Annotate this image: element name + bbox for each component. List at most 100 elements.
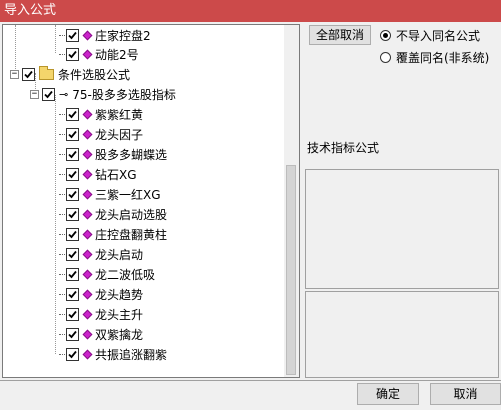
tree-group-label: 条件选股公式 xyxy=(58,67,131,82)
tree-item-checkbox[interactable] xyxy=(66,47,79,61)
tree-item[interactable]: 动能2号 xyxy=(59,45,139,63)
tree-item-label: 共振追涨翻紫 xyxy=(95,347,168,362)
tree-item[interactable]: 龙头启动 xyxy=(59,245,143,263)
tree-item-checkbox[interactable] xyxy=(66,167,79,181)
tree-subgroup[interactable]: − ⊸ 75-股多多选股指标 xyxy=(30,85,176,103)
tree-item-checkbox[interactable] xyxy=(66,107,79,121)
tree-item[interactable]: 龙二波低吸 xyxy=(59,265,155,283)
tree-connector xyxy=(59,193,65,195)
formula-icon xyxy=(82,30,93,40)
tree-connector xyxy=(59,313,65,315)
tree-item-checkbox[interactable] xyxy=(66,127,79,141)
tree-item-checkbox[interactable] xyxy=(66,247,79,261)
tree-item[interactable]: 庄家控盘2 xyxy=(59,26,151,44)
formula-preview-panel xyxy=(305,169,499,289)
tree-connector xyxy=(59,353,65,355)
formula-icon xyxy=(82,209,93,219)
tree-connector xyxy=(59,34,65,36)
folder-icon xyxy=(39,65,54,80)
tree-line xyxy=(55,95,56,354)
tree-item[interactable]: 三紫一红XG xyxy=(59,185,161,203)
scrollbar-thumb[interactable] xyxy=(286,165,296,375)
cancel-button[interactable]: 取消 xyxy=(430,383,501,405)
tree-item[interactable]: 钻石XG xyxy=(59,165,137,183)
tree-item-checkbox[interactable] xyxy=(66,187,79,201)
tree-item-checkbox[interactable] xyxy=(66,287,79,301)
tree-item-checkbox[interactable] xyxy=(66,327,79,341)
formula-icon xyxy=(82,169,93,179)
tree-item[interactable]: 龙头趋势 xyxy=(59,285,143,303)
cancel-all-button[interactable]: 全部取消 xyxy=(309,25,371,45)
tree-connector xyxy=(59,173,65,175)
tree-scrollbar[interactable] xyxy=(284,25,299,377)
tree-item[interactable]: 龙头因子 xyxy=(59,125,143,143)
formula-icon xyxy=(82,49,93,59)
tree-item-label: 庄家控盘2 xyxy=(95,28,151,43)
tree-item[interactable]: 双紫擒龙 xyxy=(59,325,143,343)
tree-group-checkbox[interactable] xyxy=(22,67,35,81)
tree-connector xyxy=(59,133,65,135)
tree-item-label: 紫紫红黄 xyxy=(95,107,144,122)
tree-item[interactable]: 龙头启动选股 xyxy=(59,205,167,223)
tree-item-checkbox[interactable] xyxy=(66,347,79,361)
tree-connector xyxy=(59,333,65,335)
formula-icon xyxy=(82,349,93,359)
formula-tree[interactable]: 庄家控盘2 动能2号 − 条件选股公式 − ⊸ 75-股多多选股指标紫紫红黄龙头因子股多多蝴… xyxy=(2,24,300,378)
formula-icon xyxy=(82,269,93,279)
radio-overwrite[interactable]: 覆盖同名(非系统) xyxy=(380,49,489,66)
tree-connector xyxy=(59,53,65,55)
radio-overwrite-indicator[interactable] xyxy=(380,52,391,63)
tree-connector xyxy=(59,293,65,295)
tree-connector xyxy=(59,233,65,235)
tree-item-label: 龙头趋势 xyxy=(95,287,144,302)
tree-item[interactable]: 共振追涨翻紫 xyxy=(59,345,167,363)
window-title: 导入公式 xyxy=(0,0,501,22)
collapse-icon[interactable]: − xyxy=(10,69,19,79)
tree-item-label: 钻石XG xyxy=(95,167,137,182)
formula-section-label: 技术指标公式 xyxy=(307,141,380,155)
tree-item[interactable]: 龙头主升 xyxy=(59,305,143,323)
tree-item-checkbox[interactable] xyxy=(66,28,79,42)
tree-connector xyxy=(59,273,65,275)
tree-item[interactable]: 紫紫红黄 xyxy=(59,105,143,123)
tree-connector xyxy=(59,113,65,115)
tree-item-label: 龙头启动 xyxy=(95,247,144,262)
tree-line xyxy=(55,25,56,53)
formula-icon xyxy=(82,329,93,339)
tree-item-label: 双紫擒龙 xyxy=(95,327,144,342)
tree-item-label: 动能2号 xyxy=(95,47,139,62)
formula-icon xyxy=(82,289,93,299)
collapse-icon[interactable]: − xyxy=(30,89,39,99)
formula-icon xyxy=(82,249,93,259)
tree-item-checkbox[interactable] xyxy=(66,267,79,281)
tree-item-checkbox[interactable] xyxy=(66,147,79,161)
tree-connector xyxy=(59,213,65,215)
tree-group-conditional-formulas[interactable]: − 条件选股公式 xyxy=(10,65,130,83)
radio-no-import[interactable]: 不导入同名公式 xyxy=(380,27,480,44)
tree-connector xyxy=(59,153,65,155)
tree-item-label: 庄控盘翻黄柱 xyxy=(95,227,168,242)
tree-item-label: 三紫一红XG xyxy=(95,187,161,202)
key-icon: ⊸ xyxy=(59,87,69,101)
formula-icon xyxy=(82,229,93,239)
formula-icon xyxy=(82,149,93,159)
button-bar xyxy=(0,380,501,410)
tree-item-checkbox[interactable] xyxy=(66,207,79,221)
tree-subgroup-checkbox[interactable] xyxy=(42,87,55,101)
tree-item[interactable]: 股多多蝴蝶选 xyxy=(59,145,167,163)
formula-icon xyxy=(82,109,93,119)
formula-description-panel xyxy=(305,291,499,378)
tree-item-label: 龙头启动选股 xyxy=(95,207,168,222)
radio-no-import-label: 不导入同名公式 xyxy=(396,29,481,43)
tree-item-label: 龙头因子 xyxy=(95,127,144,142)
tree-item[interactable]: 庄控盘翻黄柱 xyxy=(59,225,167,243)
tree-subgroup-label: 75-股多多选股指标 xyxy=(72,87,176,102)
formula-icon xyxy=(82,309,93,319)
formula-icon xyxy=(82,189,93,199)
tree-item-checkbox[interactable] xyxy=(66,227,79,241)
tree-item-checkbox[interactable] xyxy=(66,307,79,321)
ok-button[interactable]: 确定 xyxy=(357,383,419,405)
tree-connector xyxy=(59,253,65,255)
radio-no-import-indicator[interactable] xyxy=(380,30,391,41)
formula-icon xyxy=(82,129,93,139)
